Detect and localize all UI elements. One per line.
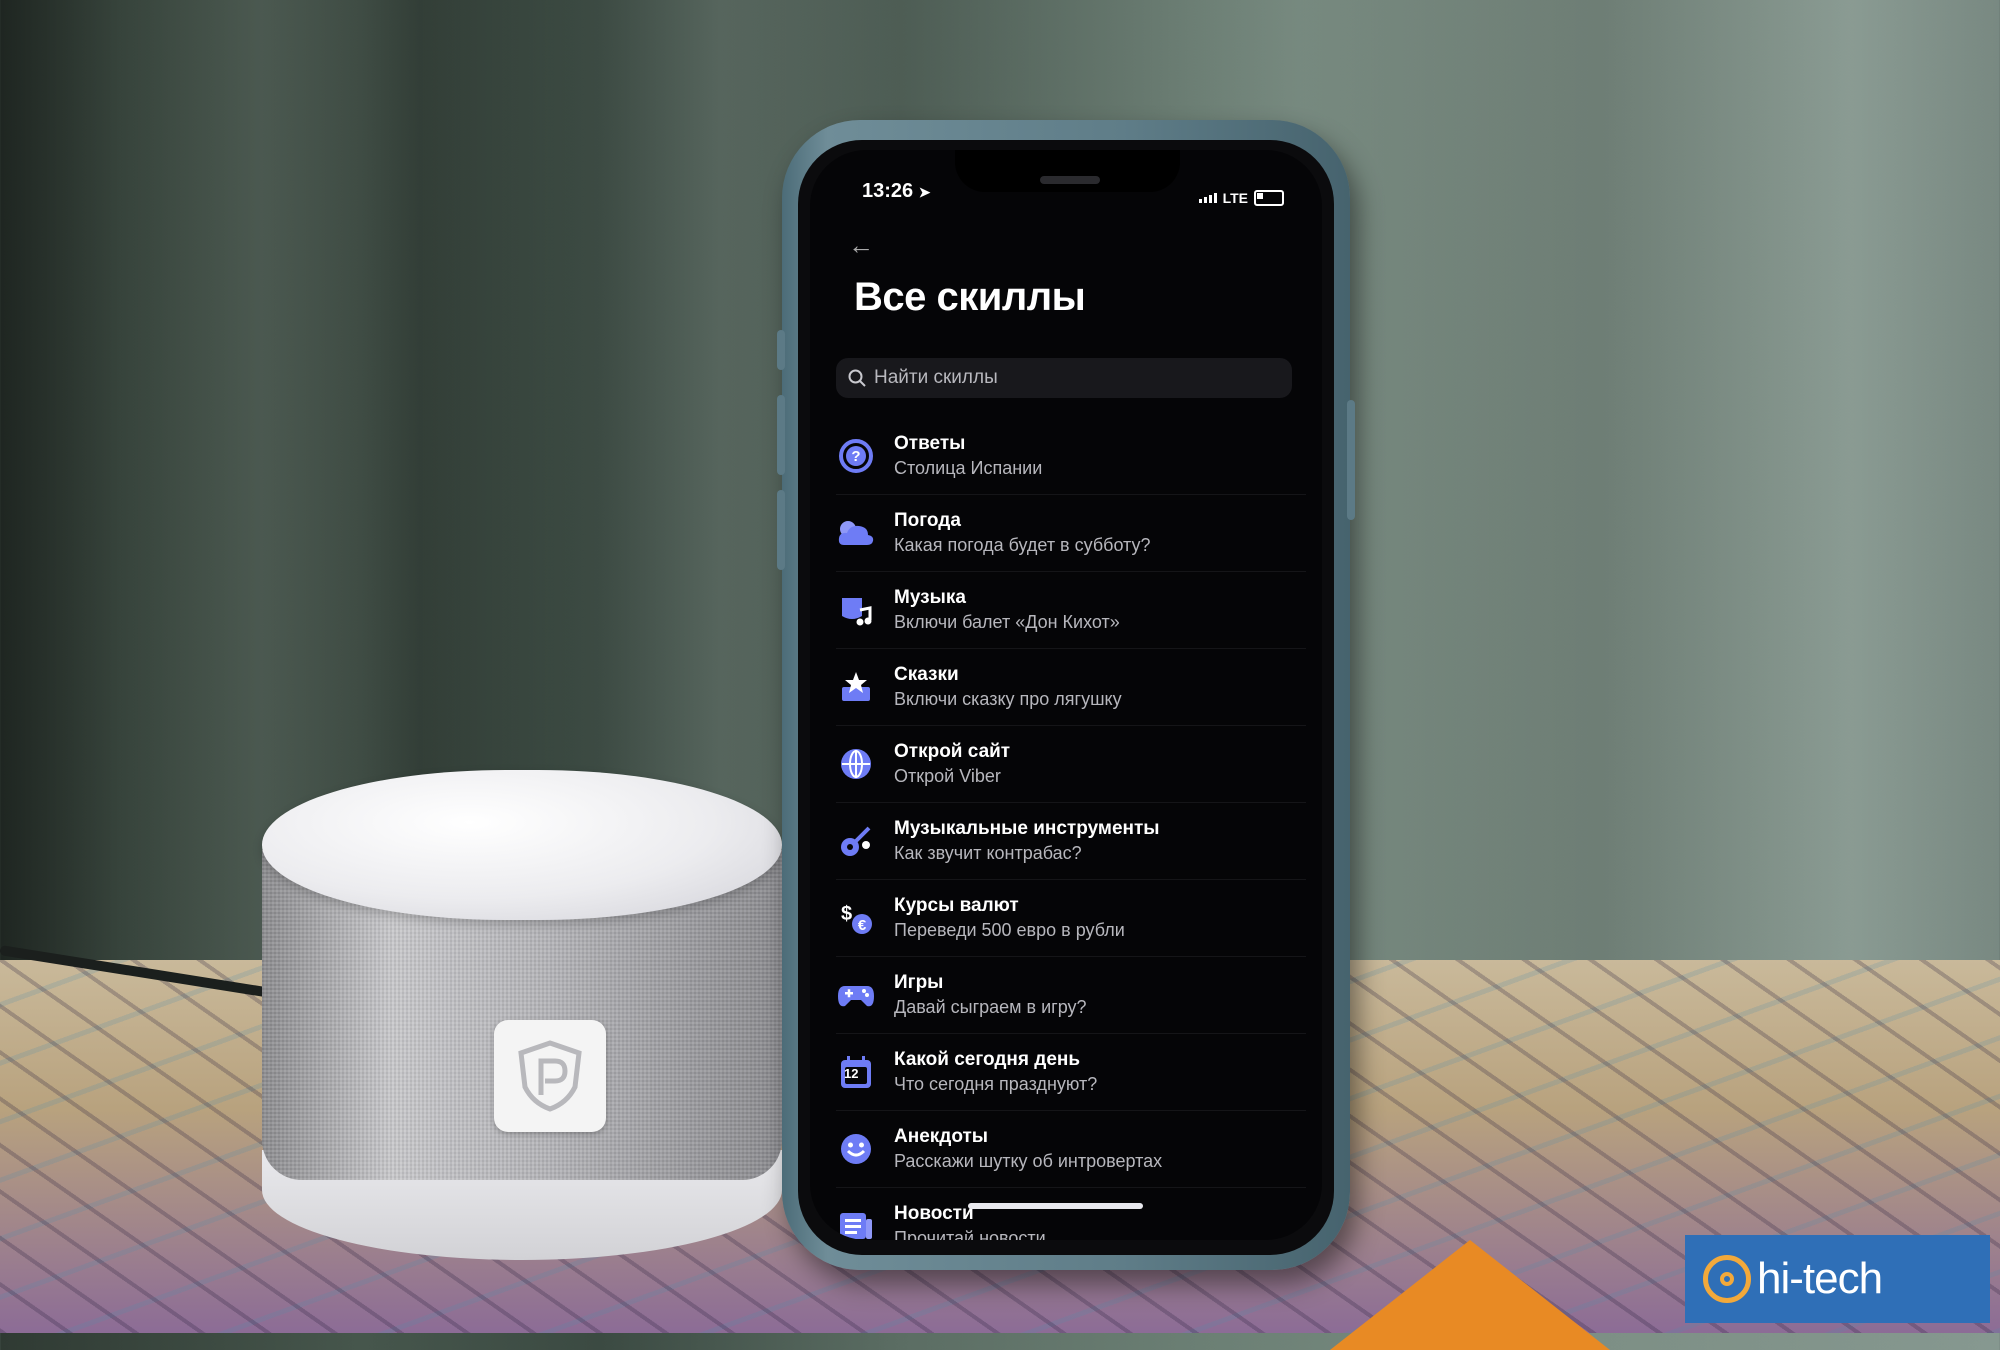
- item-subtitle: Расскажи шутку об интровертах: [894, 1151, 1163, 1171]
- item-title: Музыка: [894, 587, 966, 608]
- item-subtitle: Столица Испании: [894, 458, 1043, 478]
- volume-down-button: [777, 490, 785, 570]
- list-item[interactable]: 12 Какой сегодня день Что сегодня праздну…: [836, 1034, 1306, 1111]
- cloud-icon: [836, 513, 876, 553]
- music-icon: [836, 590, 876, 630]
- item-title: Музыкальные инструменты: [894, 818, 1160, 839]
- page-title: Все скиллы: [854, 275, 1086, 319]
- earpiece: [1040, 176, 1100, 184]
- item-subtitle: Что сегодня празднуют?: [894, 1074, 1098, 1094]
- item-subtitle: Переведи 500 евро в рубли: [894, 920, 1125, 940]
- item-title: Анекдоты: [894, 1126, 988, 1147]
- search-icon: [848, 369, 866, 387]
- mute-switch: [777, 330, 785, 370]
- item-subtitle: Прочитай новости: [894, 1228, 1046, 1240]
- item-subtitle: Какая погода будет в субботу?: [894, 535, 1151, 555]
- currency-icon: $ €: [836, 898, 876, 938]
- calendar-number: 12: [844, 1066, 859, 1081]
- item-title: Игры: [894, 972, 944, 993]
- calendar-icon: 12: [836, 1052, 876, 1092]
- list-item[interactable]: Сказки Включи сказку про лягушку: [836, 649, 1306, 726]
- home-indicator[interactable]: [968, 1203, 1143, 1209]
- watermark-text: hi-tech: [1757, 1254, 1883, 1303]
- notch: [955, 150, 1180, 192]
- search-input[interactable]: Найти скиллы: [836, 358, 1292, 398]
- svg-text:$: $: [841, 903, 852, 925]
- fairy-tale-icon: [836, 667, 876, 707]
- smart-speaker: [262, 770, 782, 1270]
- item-subtitle: Давай сыграем в игру?: [894, 997, 1087, 1017]
- item-title: Курсы валют: [894, 895, 1019, 916]
- item-subtitle: Открой Viber: [894, 766, 1001, 786]
- list-item[interactable]: Музыкальные инструменты Как звучит контра…: [836, 803, 1306, 880]
- item-title: Сказки: [894, 664, 959, 685]
- speaker-top: [262, 770, 782, 920]
- speaker-logo-icon: [494, 1020, 606, 1132]
- back-arrow-icon[interactable]: ←: [848, 230, 874, 261]
- globe-icon: [836, 744, 876, 784]
- list-item[interactable]: $ € Курсы валют Переведи 500 евро в рубли: [836, 880, 1306, 957]
- skills-list: ? Ответы Столица Испании Погода Какая пого…: [836, 418, 1306, 1240]
- item-subtitle: Включи сказку про лягушку: [894, 689, 1122, 709]
- item-subtitle: Включи балет «Дон Кихот»: [894, 612, 1120, 632]
- network-type: LTE: [1222, 190, 1248, 206]
- at-sign-icon: [1703, 1255, 1751, 1303]
- list-item[interactable]: Анекдоты Расскажи шутку об интровертах: [836, 1111, 1306, 1188]
- list-item[interactable]: Погода Какая погода будет в субботу?: [836, 495, 1306, 572]
- pyramid-illustration: [1330, 1240, 1610, 1350]
- watermark-logo: hi-tech: [1685, 1235, 1990, 1323]
- battery-icon: [1254, 190, 1284, 206]
- list-item[interactable]: Музыка Включи балет «Дон Кихот»: [836, 572, 1306, 649]
- volume-up-button: [777, 395, 785, 475]
- smile-icon: [836, 1129, 876, 1169]
- guitar-icon: [836, 821, 876, 861]
- item-title: Погода: [894, 510, 961, 531]
- list-item[interactable]: ? Ответы Столица Испании: [836, 418, 1306, 495]
- list-item[interactable]: Новости Прочитай новости: [836, 1188, 1306, 1240]
- list-item[interactable]: Игры Давай сыграем в игру?: [836, 957, 1306, 1034]
- news-icon: [836, 1206, 876, 1240]
- signal-icon: [1198, 193, 1217, 203]
- status-indicators: LTE: [1198, 190, 1284, 206]
- location-arrow-icon: ➤: [918, 184, 931, 200]
- item-title: Ответы: [894, 433, 966, 454]
- svg-text:?: ?: [851, 448, 860, 465]
- item-title: Открой сайт: [894, 741, 1011, 762]
- gamepad-icon: [836, 975, 876, 1015]
- phone-screen: 13:26 ➤ LTE ← Все скиллы Найти скиллы ? …: [810, 150, 1322, 1240]
- side-button: [1347, 400, 1355, 520]
- question-icon: ?: [836, 436, 876, 476]
- item-title: Какой сегодня день: [894, 1049, 1081, 1070]
- item-subtitle: Как звучит контрабас?: [894, 843, 1082, 863]
- list-item[interactable]: Открой сайт Открой Viber: [836, 726, 1306, 803]
- search-placeholder: Найти скиллы: [874, 367, 998, 388]
- svg-text:€: €: [858, 917, 867, 934]
- status-time: 13:26 ➤: [862, 180, 931, 202]
